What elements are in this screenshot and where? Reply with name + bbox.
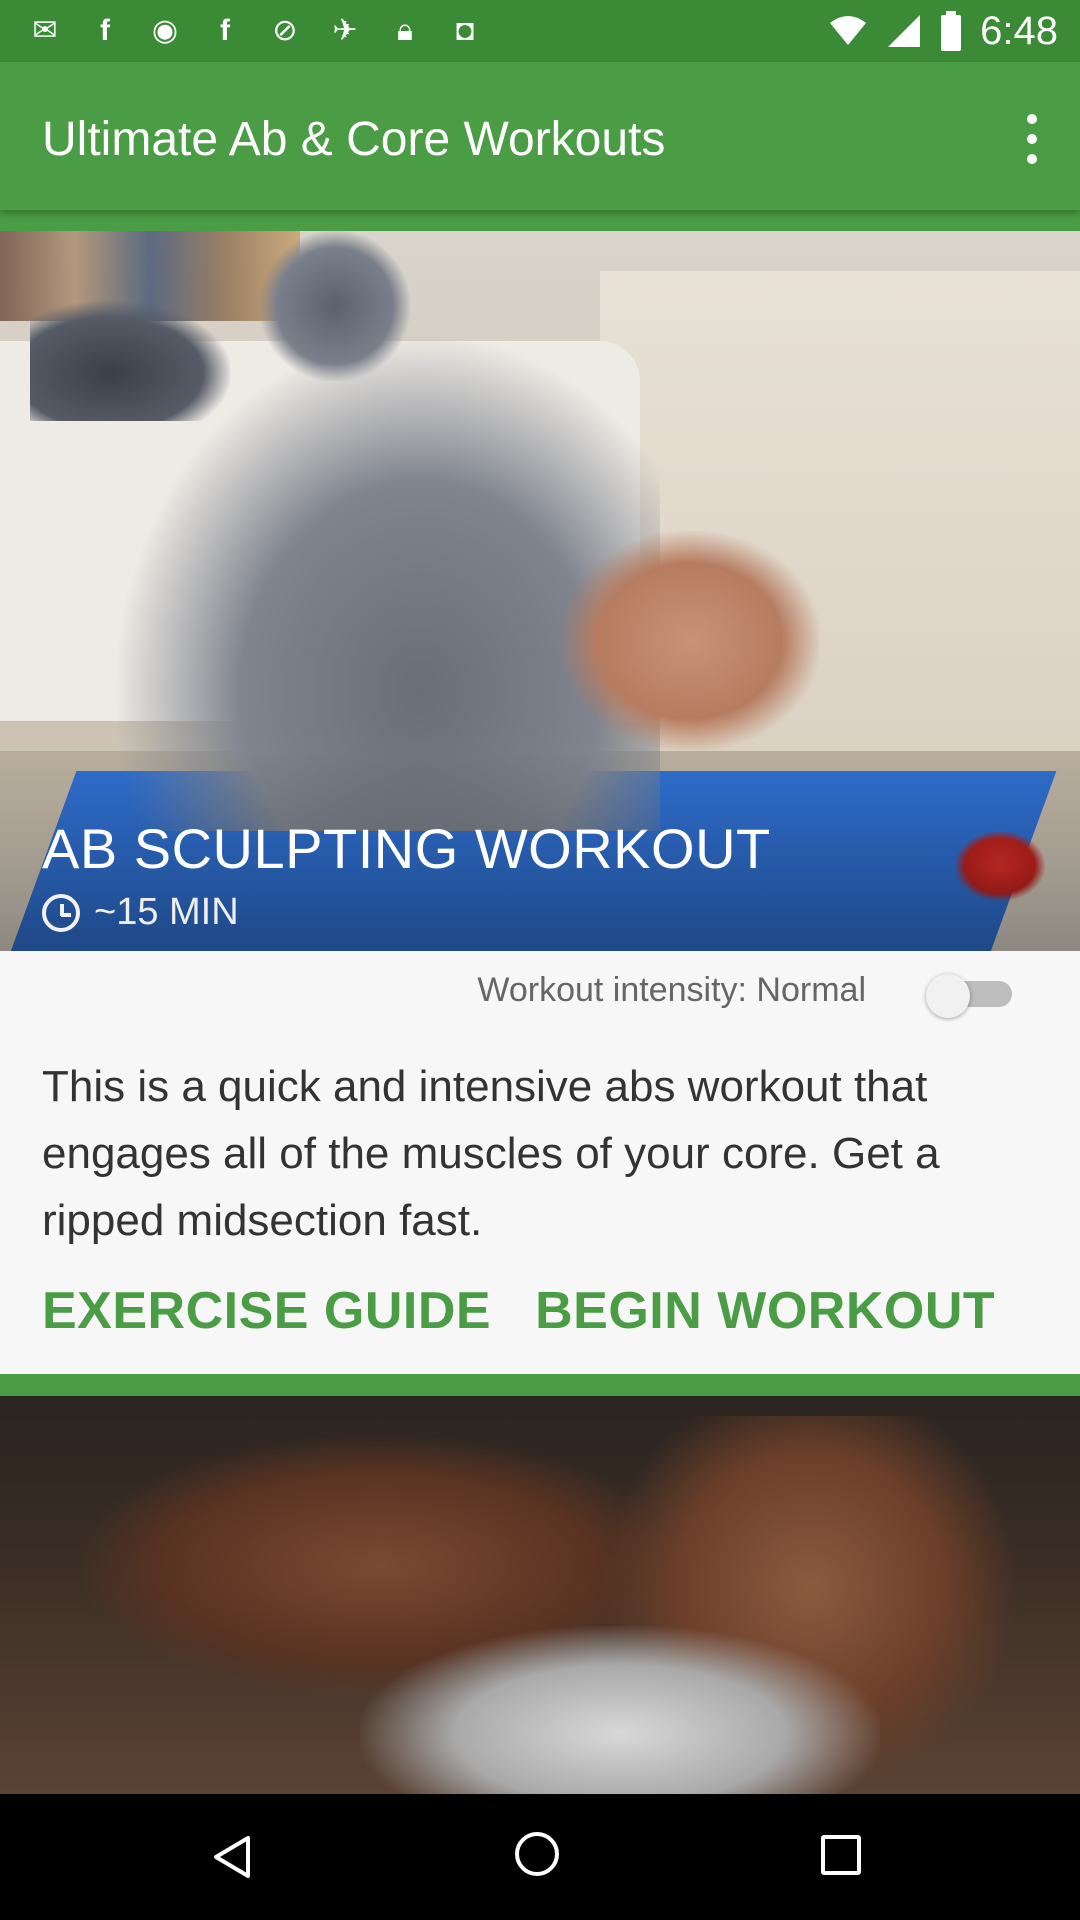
back-icon[interactable] [208,1832,258,1882]
navigation-bar [0,1794,1080,1920]
intensity-toggle[interactable] [926,974,1012,1018]
recent-apps-icon[interactable] [818,1832,868,1882]
duration-text: ~15 MIN [94,891,239,933]
fake-gps-icon: ✈ [332,14,358,47]
system-status: 6:48 [828,8,1058,54]
shoe-decor [260,231,410,381]
workout-description: This is a quick and intensive abs workou… [42,1062,940,1245]
workout-duration: ~15 MIN [42,891,239,934]
workout-hero-image[interactable]: AB SCULPTING WORKOUT ~15 MIN [0,231,1080,951]
wifi-icon [830,16,867,45]
vpn-eye-icon: ◉ [151,14,179,47]
facebook-icon: f [100,14,110,47]
settings-icon: ⊘ [272,14,298,47]
more-vert-icon[interactable] [1014,114,1050,164]
clock-time: 6:48 [980,8,1058,53]
home-icon[interactable] [515,1832,565,1882]
notification-icons: ✉ f ◉ f ⊘ ✈ 🔒︎ ◘ [28,10,482,52]
next-workout-image[interactable] [0,1396,1080,1794]
begin-workout-button[interactable]: BEGIN WORKOUT [535,1281,995,1341]
app-title: Ultimate Ab & Core Workouts [42,113,666,166]
intensity-label: Workout intensity: Normal [477,971,866,1009]
shoe-decor [30,301,230,421]
workout-title: AB SCULPTING WORKOUT [42,817,771,880]
lock-icon: 🔒︎ [397,14,413,47]
app-bar: Ultimate Ab & Core Workouts [0,62,1080,210]
signal-icon [888,15,921,47]
intensity-row: Workout intensity: Normal [0,951,1080,1031]
facebook-icon: f [220,14,230,47]
mail-icon: ✉ [32,14,58,47]
status-bar: ✉ f ◉ f ⊘ ✈ 🔒︎ ◘ 6:48 [0,0,1080,62]
android-icon: ◘ [455,14,475,47]
battery-icon [941,11,962,51]
exercise-guide-button[interactable]: EXERCISE GUIDE [42,1281,491,1341]
workout-card: AB SCULPTING WORKOUT ~15 MIN Workout int… [0,231,1080,1374]
person-torso [560,531,820,751]
toggle-thumb [926,974,970,1018]
alarm-clock-icon [42,893,80,932]
card-actions: EXERCISE GUIDE BEGIN WORKOUT [42,1281,995,1341]
person-top [360,1626,880,1794]
